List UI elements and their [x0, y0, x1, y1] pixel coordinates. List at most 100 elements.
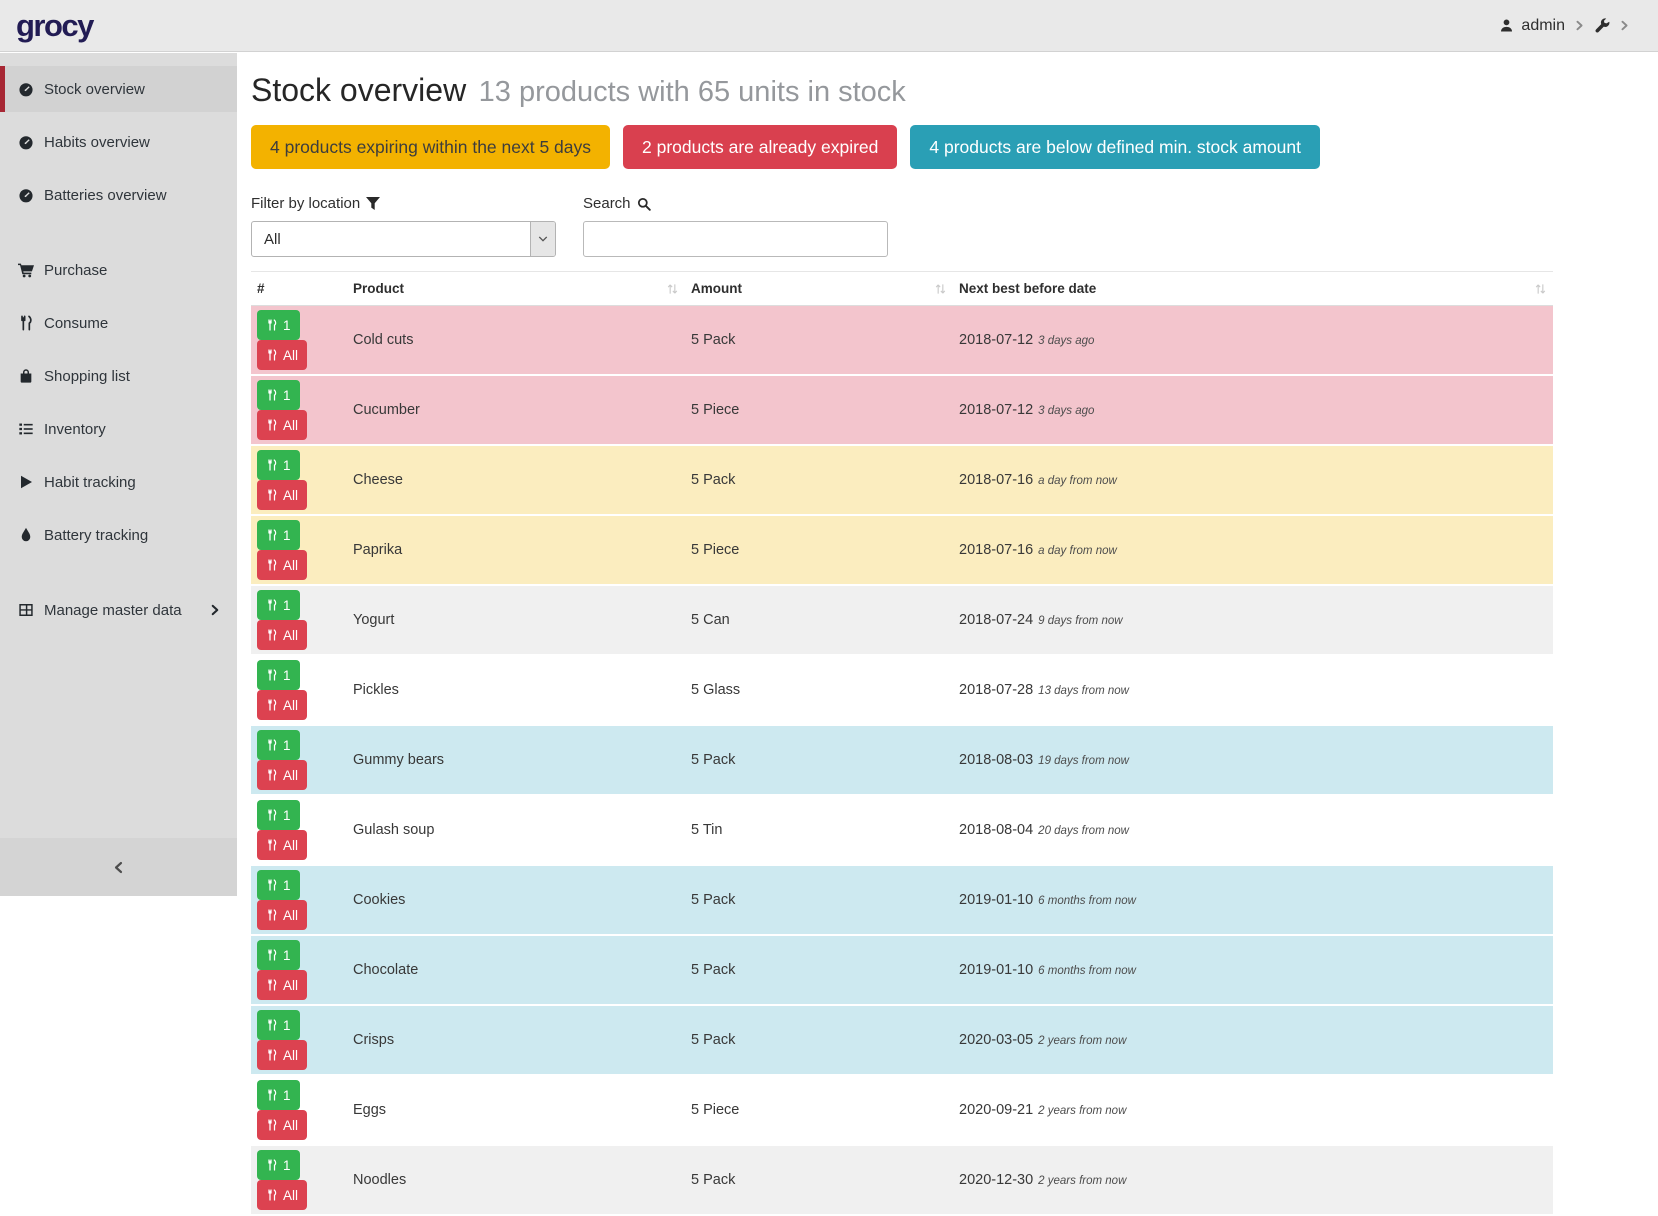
sidebar-item-stock-overview[interactable]: Stock overview — [0, 66, 237, 112]
shopping-bag-icon — [18, 368, 34, 384]
consume-one-button[interactable]: 1 — [257, 380, 300, 410]
consume-all-button[interactable]: All — [257, 1040, 307, 1070]
consume-all-button[interactable]: All — [257, 830, 307, 860]
cutlery-icon — [266, 489, 278, 501]
amount-value: 5 Tin — [691, 822, 722, 838]
consume-all-button[interactable]: All — [257, 480, 307, 510]
best-before-date: 2018-08-04 — [959, 822, 1033, 838]
stock-table: # Product Amount Next best before date — [251, 271, 1553, 1216]
page-subtitle: 13 products with 65 units in stock — [479, 76, 906, 108]
table-row: 1 All Cucumber 5 Piece 2018-07-123 days … — [251, 376, 1553, 446]
gauge-icon — [18, 81, 34, 97]
amount-value: 5 Pack — [691, 1032, 735, 1048]
user-menu[interactable]: admin — [1499, 17, 1585, 35]
cutlery-icon — [266, 699, 278, 711]
best-before-date: 2020-12-30 — [959, 1172, 1033, 1188]
amount-value: 5 Piece — [691, 402, 739, 418]
sort-icon[interactable] — [934, 282, 947, 296]
product-name: Cucumber — [353, 402, 420, 418]
cutlery-icon — [266, 979, 278, 991]
consume-one-button[interactable]: 1 — [257, 590, 300, 620]
status-banner[interactable]: 4 products are below defined min. stock … — [910, 125, 1320, 169]
cutlery-icon — [266, 1049, 278, 1061]
cutlery-icon — [266, 739, 278, 751]
select-dropdown-button[interactable] — [530, 222, 555, 256]
status-banner[interactable]: 2 products are already expired — [623, 125, 897, 169]
sidebar-item-habit-tracking[interactable]: Habit tracking — [0, 459, 237, 505]
consume-one-button[interactable]: 1 — [257, 310, 300, 340]
consume-all-button[interactable]: All — [257, 690, 307, 720]
sidebar-item-label: Consume — [44, 315, 108, 332]
sidebar-collapse-button[interactable] — [0, 838, 237, 896]
sidebar-item-manage-master-data[interactable]: Manage master data — [0, 587, 237, 633]
sidebar-item-label: Stock overview — [44, 81, 145, 98]
sidebar-item-label: Habits overview — [44, 134, 150, 151]
sidebar-item-consume[interactable]: Consume — [0, 300, 237, 346]
consume-one-button[interactable]: 1 — [257, 1150, 300, 1180]
consume-one-button[interactable]: 1 — [257, 800, 300, 830]
sort-icon[interactable] — [1534, 282, 1547, 296]
table-header-row: # Product Amount Next best before date — [251, 271, 1553, 306]
cutlery-icon — [266, 839, 278, 851]
sidebar-item-shopping-list[interactable]: Shopping list — [0, 353, 237, 399]
table-row: 1 All Cheese 5 Pack 2018-07-16a day from… — [251, 446, 1553, 516]
sort-icon[interactable] — [666, 282, 679, 296]
consume-one-button[interactable]: 1 — [257, 660, 300, 690]
amount-value: 5 Piece — [691, 542, 739, 558]
play-icon — [18, 474, 34, 490]
cutlery-icon — [266, 809, 278, 821]
consume-all-button[interactable]: All — [257, 760, 307, 790]
consume-all-button[interactable]: All — [257, 900, 307, 930]
column-header-next-best-before-date[interactable]: Next best before date — [953, 271, 1553, 306]
settings-menu[interactable] — [1594, 18, 1630, 34]
amount-value: 5 Pack — [691, 332, 735, 348]
consume-all-button[interactable]: All — [257, 1180, 307, 1210]
cutlery-icon — [266, 559, 278, 571]
status-banners: 4 products expiring within the next 5 da… — [251, 125, 1658, 169]
column-header-product[interactable]: Product — [347, 271, 685, 306]
best-before-date: 2018-07-28 — [959, 682, 1033, 698]
filter-by-location-label: Filter by location — [251, 195, 360, 212]
cutlery-icon — [266, 879, 278, 891]
sidebar-item-label: Shopping list — [44, 368, 130, 385]
best-before-relative: a day from now — [1038, 475, 1117, 487]
sidebar-item-inventory[interactable]: Inventory — [0, 406, 237, 452]
cutlery-icon — [266, 529, 278, 541]
amount-value: 5 Pack — [691, 962, 735, 978]
sidebar-item-label: Battery tracking — [44, 527, 148, 544]
column-header-amount[interactable]: Amount — [685, 271, 953, 306]
consume-one-button[interactable]: 1 — [257, 1010, 300, 1040]
sidebar-item-habits-overview[interactable]: Habits overview — [0, 119, 237, 165]
best-before-relative: 2 years from now — [1038, 1175, 1126, 1187]
app-logo[interactable]: grocy — [16, 8, 93, 44]
best-before-relative: 20 days from now — [1038, 825, 1129, 837]
drop-icon — [18, 527, 34, 543]
sidebar-item-label: Purchase — [44, 262, 107, 279]
table-row: 1 All Yogurt 5 Can 2018-07-249 days from… — [251, 586, 1553, 656]
location-filter-select[interactable]: All — [251, 221, 556, 257]
consume-all-button[interactable]: All — [257, 1110, 307, 1140]
column-header-number[interactable]: # — [251, 271, 347, 306]
consume-one-button[interactable]: 1 — [257, 450, 300, 480]
consume-one-button[interactable]: 1 — [257, 520, 300, 550]
consume-one-button[interactable]: 1 — [257, 1080, 300, 1110]
table-row: 1 All Eggs 5 Piece 2020-09-212 years fro… — [251, 1076, 1553, 1146]
sidebar-item-label: Manage master data — [44, 602, 182, 619]
consume-all-button[interactable]: All — [257, 620, 307, 650]
consume-all-button[interactable]: All — [257, 970, 307, 1000]
sidebar-item-purchase[interactable]: Purchase — [0, 247, 237, 293]
cutlery-icon — [266, 1089, 278, 1101]
consume-one-button[interactable]: 1 — [257, 940, 300, 970]
consume-all-button[interactable]: All — [257, 340, 307, 370]
table-row: 1 All Noodles 5 Pack 2020-12-302 years f… — [251, 1146, 1553, 1216]
consume-all-button[interactable]: All — [257, 410, 307, 440]
product-name: Eggs — [353, 1102, 386, 1118]
product-name: Paprika — [353, 542, 402, 558]
consume-one-button[interactable]: 1 — [257, 730, 300, 760]
sidebar-item-battery-tracking[interactable]: Battery tracking — [0, 512, 237, 558]
cart-icon — [18, 262, 34, 278]
sidebar-item-batteries-overview[interactable]: Batteries overview — [0, 172, 237, 218]
consume-all-button[interactable]: All — [257, 550, 307, 580]
status-banner[interactable]: 4 products expiring within the next 5 da… — [251, 125, 610, 169]
search-input[interactable] — [583, 221, 888, 257]
